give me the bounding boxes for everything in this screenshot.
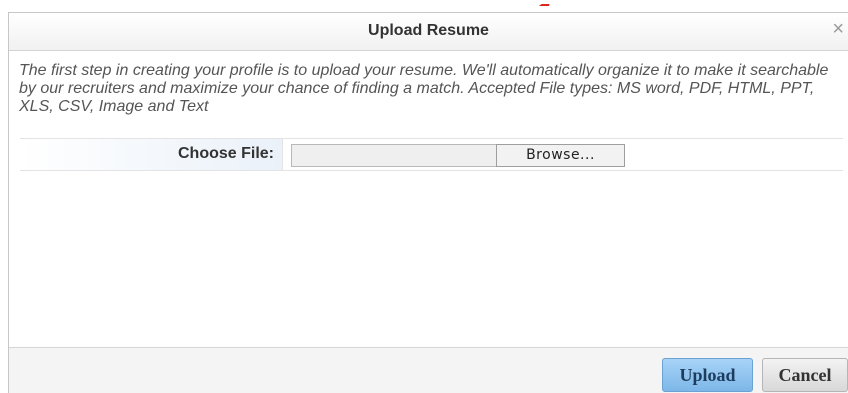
cancel-button[interactable]: Cancel	[762, 358, 848, 392]
choose-file-label: Choose File:	[177, 145, 274, 162]
choose-file-row: Choose File: Browse...	[20, 138, 843, 171]
dialog-footer: Upload Cancel	[9, 347, 848, 393]
label-cell: Choose File:	[20, 139, 283, 170]
browse-button[interactable]: Browse...	[496, 144, 625, 167]
red-annotation-mark	[538, 0, 552, 6]
page: Upload Resume × The first step in creati…	[0, 0, 848, 393]
dialog-title: Upload Resume	[368, 22, 489, 39]
dialog-description: The first step in creating your profile …	[19, 62, 829, 115]
file-path-field[interactable]	[291, 144, 496, 167]
close-icon[interactable]: ×	[832, 19, 844, 39]
top-strip	[0, 0, 848, 6]
upload-resume-dialog: Upload Resume × The first step in creati…	[8, 12, 848, 393]
dialog-titlebar: Upload Resume ×	[9, 13, 848, 51]
upload-button[interactable]: Upload	[662, 358, 753, 392]
